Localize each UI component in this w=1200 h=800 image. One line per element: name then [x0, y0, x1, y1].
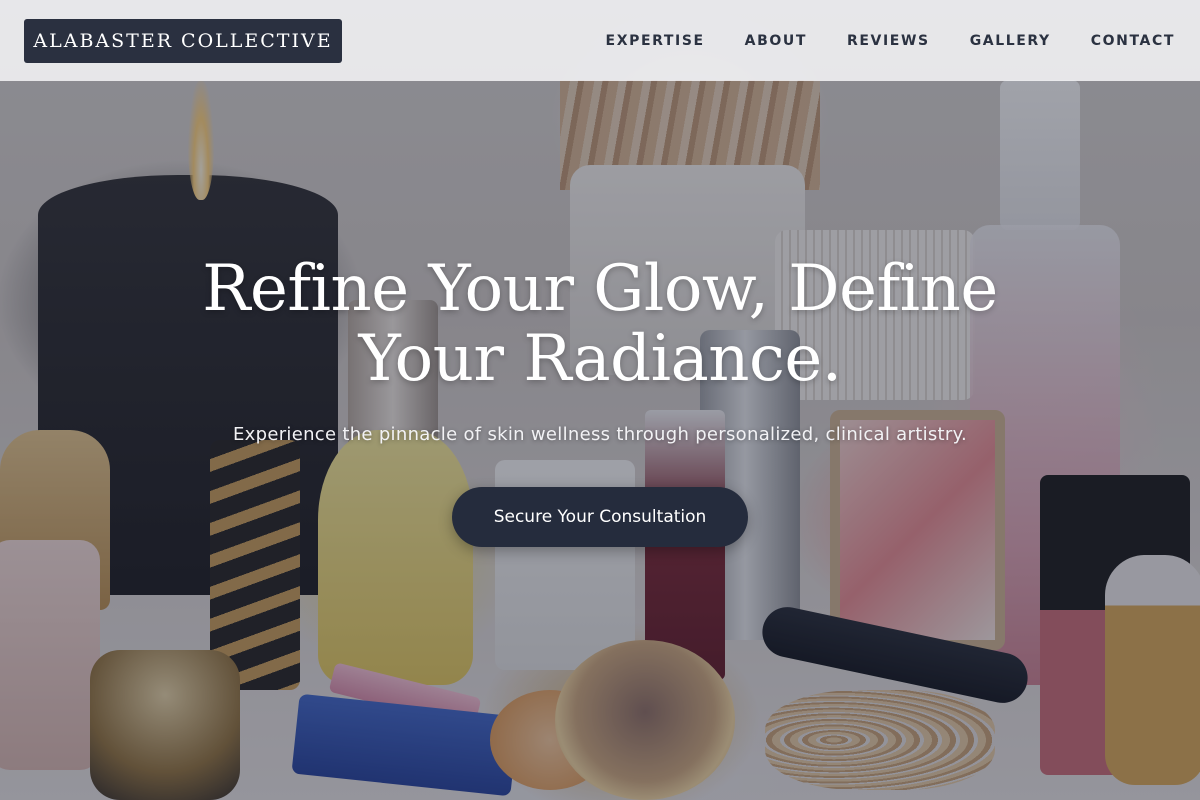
- hero-subtitle: Experience the pinnacle of skin wellness…: [232, 424, 968, 445]
- nav-link-gallery[interactable]: GALLERY: [970, 33, 1051, 49]
- top-navbar: ALABASTER COLLECTIVE EXPERTISE ABOUT REV…: [0, 0, 1200, 81]
- landing-page: ALABASTER COLLECTIVE EXPERTISE ABOUT REV…: [0, 0, 1200, 800]
- nav-link-reviews[interactable]: REVIEWS: [847, 33, 930, 49]
- brand-logo-link[interactable]: ALABASTER COLLECTIVE: [24, 18, 342, 63]
- main-nav: EXPERTISE ABOUT REVIEWS GALLERY CONTACT: [606, 33, 1175, 49]
- hero-title: Refine Your Glow, Define Your Radiance.: [202, 252, 998, 396]
- consultation-button[interactable]: Secure Your Consultation: [452, 487, 748, 547]
- nav-link-about[interactable]: ABOUT: [745, 33, 807, 49]
- nav-link-expertise[interactable]: EXPERTISE: [606, 33, 705, 49]
- hero-section: Refine Your Glow, Define Your Radiance. …: [0, 254, 1200, 547]
- nav-link-contact[interactable]: CONTACT: [1091, 33, 1175, 49]
